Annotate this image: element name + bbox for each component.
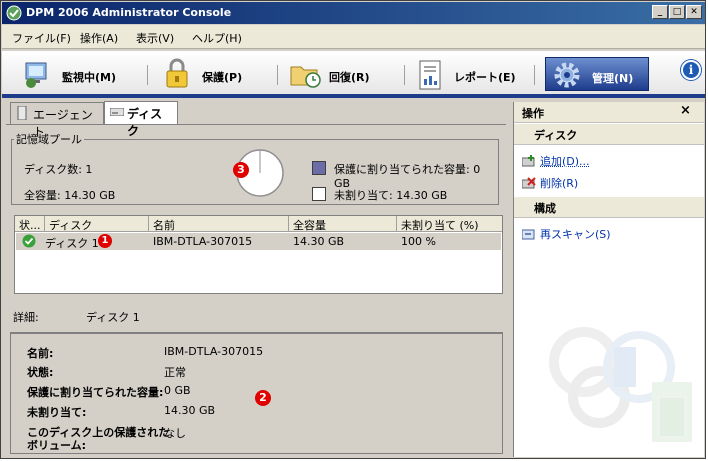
- tab-disk[interactable]: ディスク: [104, 101, 178, 138]
- nav-separator: [534, 65, 535, 85]
- nav-tab-management-label: 管理(N): [592, 72, 634, 85]
- row-disk: ディスク 1: [45, 237, 99, 250]
- detail-unallocated-value: 14.30 GB: [164, 404, 216, 417]
- main-content: エージェント ディスク 記憶域プール ディスク数: 1 全容量: 14.30 G…: [6, 101, 506, 457]
- nav-tab-recovery[interactable]: 回復(R): [287, 57, 397, 91]
- close-window-button[interactable]: ✕: [686, 5, 702, 19]
- report-icon: [419, 60, 441, 90]
- app-window: DPM 2006 Administrator Console _ □ ✕ ファイ…: [0, 0, 706, 459]
- nav-tab-reports-label: レポート(E): [454, 71, 516, 84]
- title-bar: DPM 2006 Administrator Console _ □ ✕: [2, 2, 705, 24]
- dpm-watermark-logo: [549, 327, 692, 442]
- window-title: DPM 2006 Administrator Console: [26, 6, 232, 19]
- detail-name-value: IBM-DTLA-307015: [164, 345, 264, 358]
- detail-unallocated-label: 未割り当て:: [27, 406, 87, 419]
- storage-pool-legend: 記憶域プール: [16, 133, 82, 146]
- detail-name-label: 名前:: [27, 347, 54, 360]
- callout-badge-2: 2: [255, 390, 271, 406]
- allocated-capacity-label: 保護に割り当てられた容量: 0 GB: [334, 163, 481, 190]
- disk-drive-icon: [110, 108, 124, 116]
- nav-separator: [147, 65, 148, 85]
- menu-view[interactable]: 表示(V): [136, 30, 174, 46]
- table-row[interactable]: ディスク 1 1 IBM-DTLA-307015 14.30 GB 100 %: [16, 233, 501, 250]
- nav-tab-monitoring-label: 監視中(M): [62, 71, 117, 84]
- disk-list: 状... ディスク 名前 全容量 未割り当て (%) ディスク 1 1 IBM-…: [14, 215, 503, 294]
- add-disk-action[interactable]: 追加(D)...: [522, 153, 590, 169]
- callout-badge-3: 3: [233, 162, 249, 178]
- menu-action[interactable]: 操作(A): [80, 30, 118, 46]
- tab-divider: [6, 124, 506, 125]
- detail-protected-volumes-label-2: ボリューム:: [27, 439, 87, 452]
- disk-section-title: ディスク: [534, 129, 578, 142]
- gear-icon: [554, 62, 580, 88]
- actions-close-button[interactable]: ×: [680, 103, 691, 118]
- allocated-legend-swatch: [312, 161, 326, 175]
- agent-icon: [17, 106, 27, 120]
- menu-help[interactable]: ヘルプ(H): [192, 30, 242, 46]
- row-name: IBM-DTLA-307015: [153, 235, 253, 248]
- remove-disk-label: 削除(R): [540, 177, 579, 190]
- add-disk-label: 追加(D)...: [540, 155, 590, 168]
- col-status[interactable]: 状...: [15, 216, 45, 232]
- nav-tab-monitoring[interactable]: 監視中(M): [20, 57, 140, 91]
- unallocated-capacity-label: 未割り当て: 14.30 GB: [334, 189, 448, 202]
- remove-disk-icon: [522, 177, 536, 189]
- nav-tab-reports[interactable]: レポート(E): [414, 57, 524, 91]
- config-section-title: 構成: [534, 202, 556, 215]
- dpm-app-icon: [6, 5, 22, 21]
- actions-title: 操作: [522, 107, 544, 120]
- nav-separator: [277, 65, 278, 85]
- row-total-capacity: 14.30 GB: [293, 235, 345, 248]
- detail-status-label: 状態:: [27, 366, 54, 379]
- maximize-button[interactable]: □: [669, 5, 685, 19]
- status-ok-icon: [22, 234, 36, 248]
- total-capacity: 全容量: 14.30 GB: [24, 189, 116, 202]
- nav-separator: [404, 65, 405, 85]
- unallocated-legend-swatch: [312, 187, 326, 201]
- actions-header: 操作 ×: [514, 102, 704, 123]
- detail-allocated-label: 保護に割り当てられた容量:: [27, 386, 164, 399]
- rescan-action[interactable]: 再スキャン(S): [522, 226, 611, 242]
- nav-bar: 監視中(M) 保護(P) 回復(R) レポート(E) 管理(N) i: [2, 51, 705, 98]
- config-actions-section: 構成: [514, 197, 704, 218]
- row-unallocated: 100 %: [401, 235, 436, 248]
- tab-agent[interactable]: エージェント: [10, 102, 104, 139]
- add-disk-icon: [522, 155, 535, 167]
- disk-count: ディスク数: 1: [24, 163, 93, 176]
- disk-actions-section: ディスク: [514, 124, 704, 145]
- nav-tab-protection[interactable]: 保護(P): [160, 57, 270, 91]
- disk-list-header: 状... ディスク 名前 全容量 未割り当て (%): [15, 216, 502, 232]
- menu-bar: ファイル(F) 操作(A) 表示(V) ヘルプ(H): [2, 25, 705, 49]
- callout-badge-1: 1: [98, 234, 112, 248]
- nav-tab-management[interactable]: 管理(N): [545, 57, 649, 91]
- actions-panel: 操作 × ディスク 追加(D)... 削除(R) 構成 再スキャン(S): [513, 102, 704, 457]
- detail-status-value: 正常: [164, 366, 186, 379]
- rescan-icon: [522, 229, 535, 240]
- menu-file[interactable]: ファイル(F): [12, 30, 71, 46]
- storage-pool-group: 記憶域プール ディスク数: 1 全容量: 14.30 GB 保護に割り当てられた…: [11, 131, 499, 205]
- details-selected-disk: ディスク 1: [86, 311, 140, 324]
- recovery-folder-icon: [290, 66, 321, 88]
- details-panel: 名前: IBM-DTLA-307015 状態: 正常 保護に割り当てられた容量:…: [10, 332, 503, 454]
- lock-icon: [166, 58, 188, 88]
- rescan-label: 再スキャン(S): [540, 228, 611, 241]
- col-total-capacity[interactable]: 全容量: [289, 216, 397, 232]
- minimize-button[interactable]: _: [652, 5, 668, 19]
- detail-allocated-value: 0 GB: [164, 384, 191, 397]
- col-name[interactable]: 名前: [149, 216, 289, 232]
- detail-protected-volumes-value: なし: [164, 427, 186, 440]
- col-unallocated[interactable]: 未割り当て (%): [397, 216, 502, 232]
- details-label: 詳細:: [13, 311, 39, 324]
- info-icon[interactable]: i: [681, 60, 701, 80]
- monitor-icon: [25, 62, 47, 88]
- nav-tab-recovery-label: 回復(R): [329, 71, 370, 84]
- col-disk[interactable]: ディスク: [45, 216, 149, 232]
- remove-disk-action[interactable]: 削除(R): [522, 175, 578, 191]
- nav-tab-protection-label: 保護(P): [202, 71, 243, 84]
